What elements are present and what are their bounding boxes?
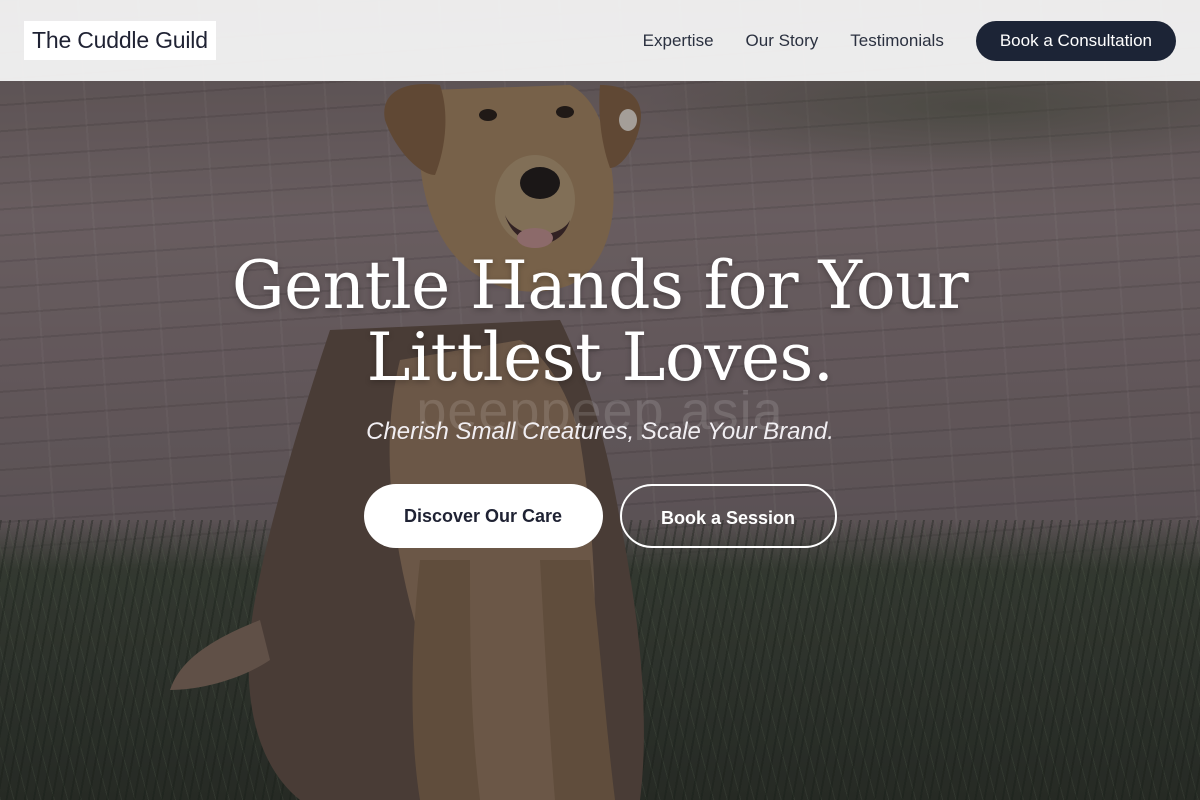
hero-headline-line2: Littlest Loves. bbox=[366, 319, 834, 396]
book-consultation-button[interactable]: Book a Consultation bbox=[975, 20, 1176, 61]
hero-content: peeppeep.asia Gentle Hands for Your Litt… bbox=[0, 250, 1200, 548]
site-logo[interactable]: The Cuddle Guild bbox=[24, 21, 216, 60]
hero-headline: Gentle Hands for Your Littlest Loves. bbox=[0, 250, 1200, 394]
discover-our-care-button[interactable]: Discover Our Care bbox=[363, 484, 603, 548]
site-header: The Cuddle Guild Expertise Our Story Tes… bbox=[0, 0, 1200, 81]
nav-link-expertise[interactable]: Expertise bbox=[643, 31, 714, 51]
nav-link-our-story[interactable]: Our Story bbox=[746, 31, 819, 51]
hero-headline-line1: Gentle Hands for Your bbox=[231, 247, 969, 324]
main-nav: Expertise Our Story Testimonials Book a … bbox=[643, 20, 1176, 61]
hero-tagline: Cherish Small Creatures, Scale Your Bran… bbox=[366, 418, 834, 445]
nav-link-testimonials[interactable]: Testimonials bbox=[850, 31, 944, 51]
book-session-button[interactable]: Book a Session bbox=[619, 484, 837, 548]
hero-buttons: Discover Our Care Book a Session bbox=[0, 484, 1200, 548]
